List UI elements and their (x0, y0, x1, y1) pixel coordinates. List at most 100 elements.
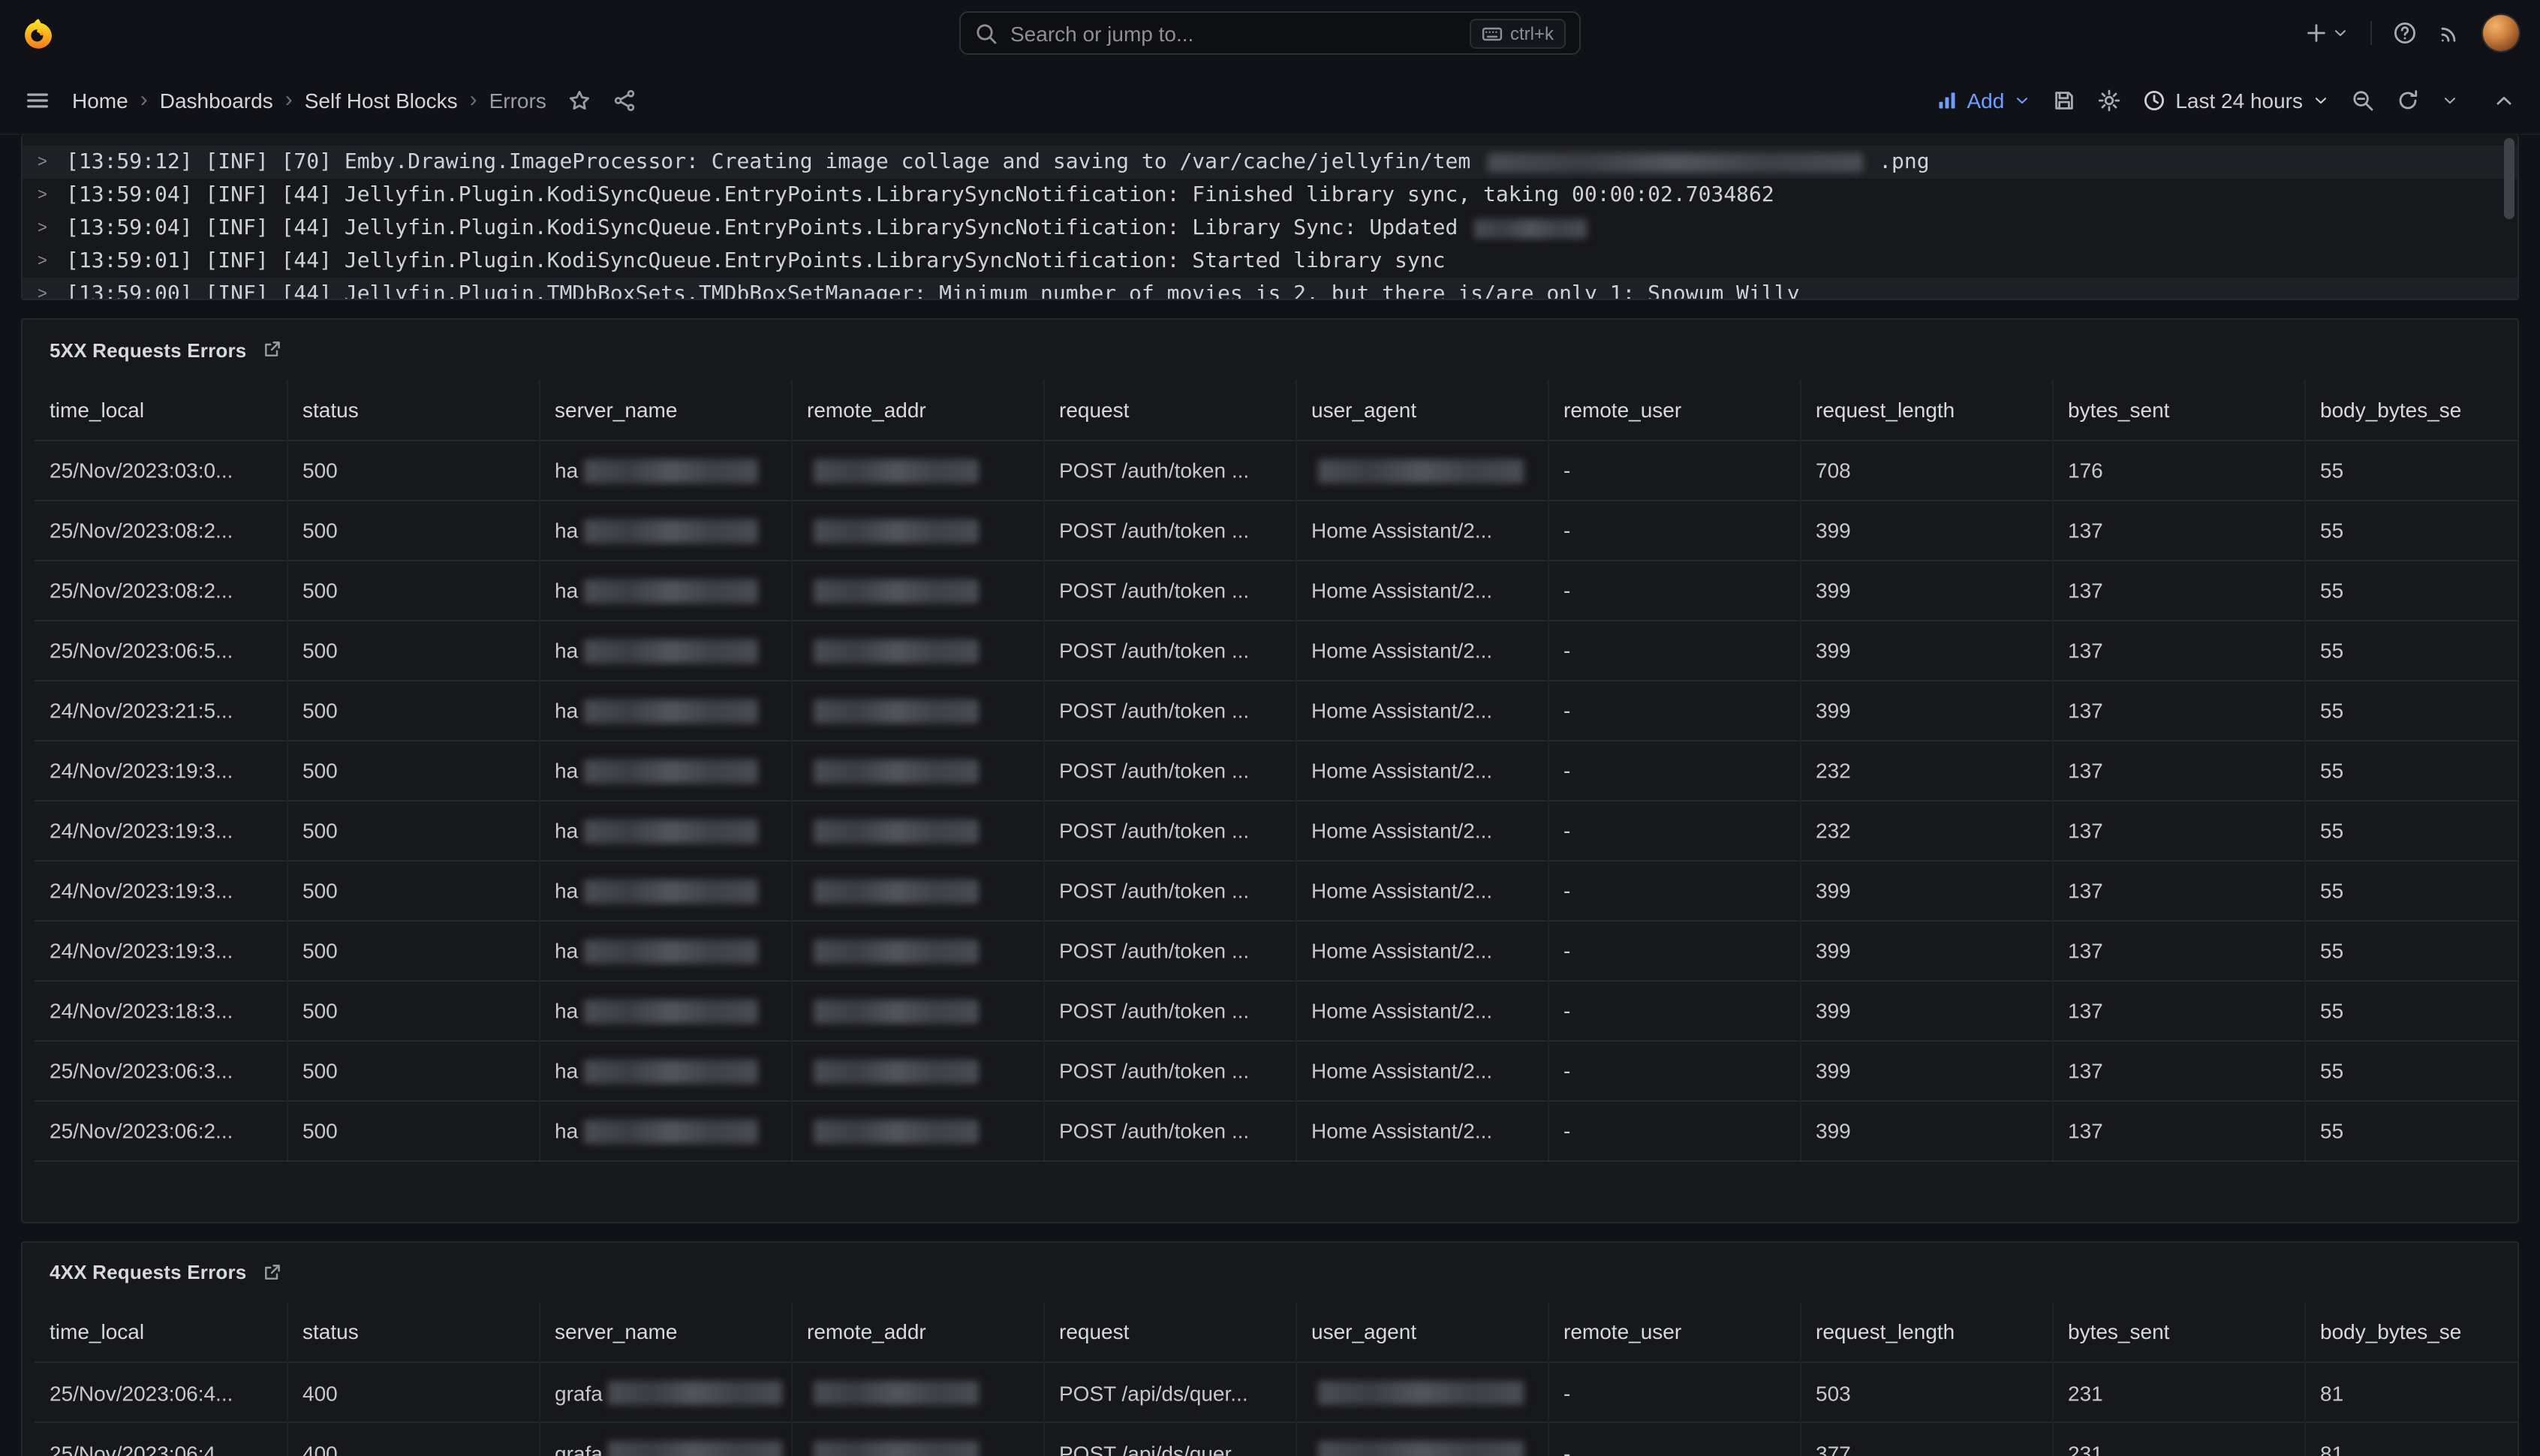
save-dashboard-button[interactable] (2052, 88, 2076, 112)
cell-time_local: 24/Nov/2023:19:3... (35, 800, 287, 860)
column-header-request_length[interactable]: request_length (1800, 1302, 2052, 1362)
column-header-status[interactable]: status (287, 380, 539, 440)
cell-status: 400 (287, 1422, 539, 1456)
news-button[interactable] (2438, 21, 2462, 45)
column-header-body_bytes_se[interactable]: body_bytes_se (2304, 1302, 2517, 1362)
help-button[interactable] (2393, 21, 2417, 45)
cell-remote_user: - (1548, 1100, 1800, 1160)
grafana-logo-icon (21, 16, 56, 50)
cell-remote_addr (791, 800, 1043, 860)
cell-request: POST /auth/token ... (1043, 920, 1296, 980)
log-message: [13:59:01] [INF] [44] Jellyfin.Plugin.Ko… (66, 249, 1445, 273)
column-header-body_bytes_se[interactable]: body_bytes_se (2304, 380, 2517, 440)
redacted-value (813, 699, 978, 723)
column-header-remote_user[interactable]: remote_user (1548, 1302, 1800, 1362)
refresh-button[interactable] (2396, 88, 2420, 112)
favorite-dashboard-button[interactable] (567, 88, 591, 112)
top-bar: Search or jump to... ctrl+k (0, 0, 2540, 66)
redacted-value (813, 1119, 978, 1143)
cell-body_bytes_se: 81 (2304, 1362, 2517, 1422)
cell-request: POST /auth/token ... (1043, 1040, 1296, 1100)
column-header-server_name[interactable]: server_name (539, 1302, 791, 1362)
redacted-value (584, 879, 758, 903)
cell-bytes_sent: 231 (2052, 1422, 2304, 1456)
cell-status: 400 (287, 1362, 539, 1422)
column-header-time_local[interactable]: time_local (35, 1302, 287, 1362)
cell-status: 500 (287, 980, 539, 1040)
cell-body_bytes_se: 55 (2304, 800, 2517, 860)
grafana-logo[interactable] (21, 16, 56, 50)
save-icon (2052, 88, 2076, 112)
cell-time_local: 25/Nov/2023:06:2... (35, 1100, 287, 1160)
table-row: 25/Nov/2023:08:2...500haPOST /auth/token… (35, 560, 2517, 620)
refresh-interval-dropdown[interactable] (2441, 91, 2459, 109)
breadcrumb-item-self-host-blocks[interactable]: Self Host Blocks (305, 88, 458, 112)
chevron-right-icon: › (470, 87, 477, 113)
breadcrumb-item-errors[interactable]: Errors (489, 88, 546, 112)
table-row: 25/Nov/2023:03:0...500haPOST /auth/token… (35, 440, 2517, 500)
cell-user_agent: Home Assistant/2... (1296, 1040, 1548, 1100)
column-header-server_name[interactable]: server_name (539, 380, 791, 440)
cell-status: 500 (287, 560, 539, 620)
column-header-user_agent[interactable]: user_agent (1296, 380, 1548, 440)
cell-remote_user: - (1548, 1422, 1800, 1456)
redacted-value (584, 639, 758, 663)
cell-server_name: ha (539, 860, 791, 920)
column-header-request[interactable]: request (1043, 380, 1296, 440)
dashboard-settings-button[interactable] (2097, 88, 2121, 112)
cell-server_name: ha (539, 680, 791, 740)
cell-body_bytes_se: 55 (2304, 440, 2517, 500)
cell-body_bytes_se: 55 (2304, 620, 2517, 680)
zoom-out-button[interactable] (2351, 88, 2375, 112)
log-line[interactable]: >[13:59:04] [INF] [44] Jellyfin.Plugin.K… (23, 179, 2517, 212)
cell-remote_addr (791, 1422, 1043, 1456)
column-header-bytes_sent[interactable]: bytes_sent (2052, 1302, 2304, 1362)
logs-scrollbar[interactable] (2504, 138, 2514, 219)
mega-menu-toggle[interactable] (24, 86, 51, 113)
breadcrumb-item-dashboards[interactable]: Dashboards (160, 88, 273, 112)
share-dashboard-button[interactable] (612, 88, 637, 112)
external-link-icon[interactable] (261, 339, 282, 360)
collapse-controls-button[interactable] (2492, 88, 2516, 112)
log-line[interactable]: > [13:59:01] [INF] [44] Jellyfin.Plugin.K… (23, 245, 2517, 278)
redacted-value (584, 519, 758, 543)
expand-log-chevron-icon[interactable]: > (38, 186, 53, 204)
column-header-request_length[interactable]: request_length (1800, 380, 2052, 440)
search-input[interactable]: Search or jump to... ctrl+k (959, 11, 1581, 55)
external-link-icon[interactable] (261, 1262, 282, 1283)
column-header-bytes_sent[interactable]: bytes_sent (2052, 380, 2304, 440)
column-header-user_agent[interactable]: user_agent (1296, 1302, 1548, 1362)
cell-time_local: 25/Nov/2023:08:2... (35, 500, 287, 560)
user-profile-button[interactable] (2483, 15, 2519, 51)
chevron-down-icon (2331, 24, 2349, 42)
expand-log-chevron-icon[interactable]: > (38, 219, 53, 237)
breadcrumb-item-home[interactable]: Home (72, 88, 128, 112)
panel-title: 5XX Requests Errors (50, 338, 246, 361)
column-header-request[interactable]: request (1043, 1302, 1296, 1362)
column-header-status[interactable]: status (287, 1302, 539, 1362)
cell-request: POST /auth/token ... (1043, 740, 1296, 800)
redacted-value (813, 999, 978, 1023)
cell-user_agent: Home Assistant/2... (1296, 740, 1548, 800)
cell-body_bytes_se: 55 (2304, 1100, 2517, 1160)
cell-user_agent: Home Assistant/2... (1296, 560, 1548, 620)
column-header-remote_addr[interactable]: remote_addr (791, 1302, 1043, 1362)
new-menu-button[interactable] (2304, 21, 2349, 45)
expand-log-chevron-icon[interactable]: > (38, 153, 53, 171)
column-header-remote_addr[interactable]: remote_addr (791, 380, 1043, 440)
panel-header[interactable]: 5XX Requests Errors (23, 320, 2517, 380)
log-line[interactable]: >[13:59:12] [INF] [70] Emby.Drawing.Imag… (23, 146, 2517, 179)
column-header-remote_user[interactable]: remote_user (1548, 380, 1800, 440)
cell-time_local: 25/Nov/2023:08:2... (35, 560, 287, 620)
clock-icon (2142, 88, 2166, 112)
panel-header[interactable]: 4XX Requests Errors (23, 1242, 2517, 1302)
column-header-time_local[interactable]: time_local (35, 380, 287, 440)
log-lines: >[13:59:12] [INF] [70] Emby.Drawing.Imag… (23, 135, 2517, 300)
time-range-picker[interactable]: Last 24 hours (2142, 88, 2330, 112)
expand-log-chevron-icon[interactable]: > (38, 285, 53, 300)
add-panel-button[interactable]: Add (1937, 88, 2031, 112)
cell-remote_user: - (1548, 1040, 1800, 1100)
log-line[interactable]: >[13:59:00] [INF] [44] Jellyfin.Plugin.T… (23, 278, 2517, 300)
expand-log-chevron-icon[interactable]: > (38, 252, 53, 270)
log-line[interactable]: >[13:59:04] [INF] [44] Jellyfin.Plugin.K… (23, 212, 2517, 245)
